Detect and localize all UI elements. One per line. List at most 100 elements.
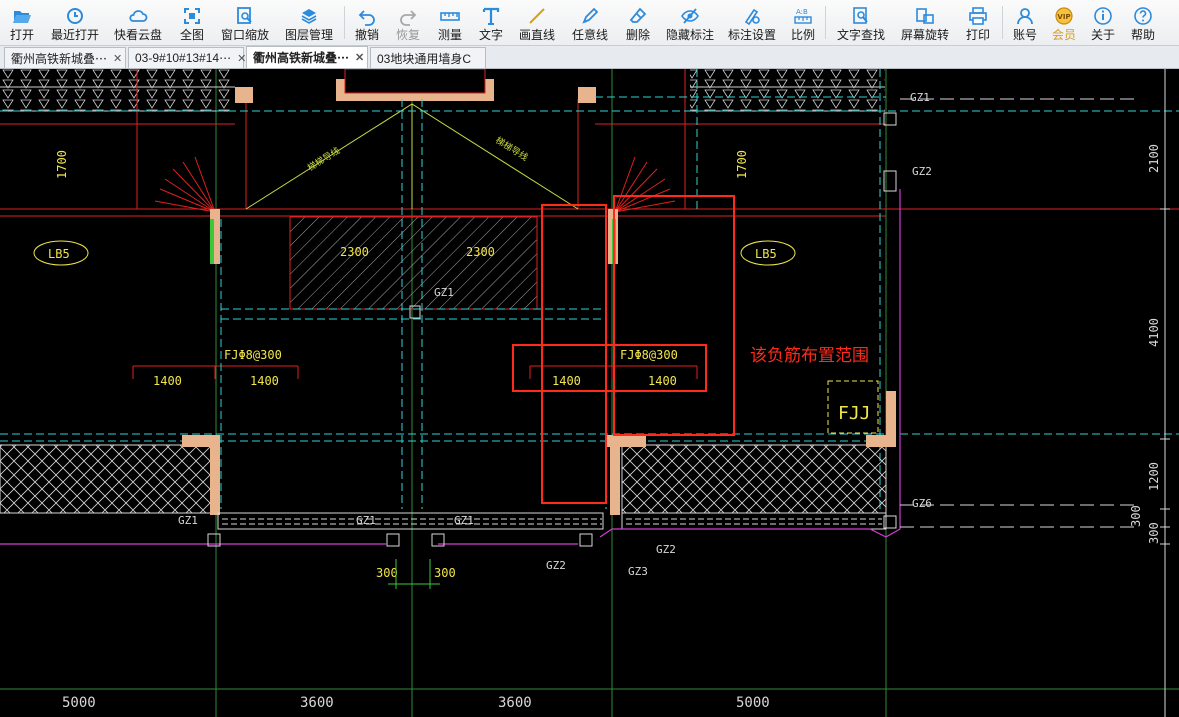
document-tab[interactable]: 03地块通用墙身C (370, 47, 486, 68)
vip-button[interactable]: VIP 会员 (1045, 0, 1083, 45)
dim-right-2100: 2100 (1147, 144, 1161, 173)
gz-label: GZ1 (434, 286, 454, 299)
undo-button[interactable]: 撤销 (347, 0, 387, 45)
slab-label-left: LB5 (48, 247, 70, 261)
gz-label: GZ1 (454, 514, 474, 527)
hatched-area (289, 216, 538, 310)
eye-off-icon (681, 8, 699, 24)
rebar-labels: FJΦ8@300 FJΦ8@300 (224, 348, 678, 362)
close-icon[interactable]: ✕ (355, 51, 364, 64)
scale-icon: A:B (794, 8, 812, 24)
vip-icon: VIP (1055, 7, 1073, 25)
measure-button[interactable]: 测量 (429, 0, 471, 45)
hide-annotation-label: 隐藏标注 (665, 28, 714, 42)
rotate-screen-button[interactable]: 屏幕旋转 (894, 0, 956, 45)
hide-annotation-button[interactable]: 隐藏标注 (659, 0, 721, 45)
annotation-settings-label: 标注设置 (727, 28, 776, 42)
gz-label: GZ1 (356, 514, 376, 527)
print-button[interactable]: 打印 (956, 0, 1000, 45)
layer-manager-button[interactable]: 图层管理 (276, 0, 342, 45)
zoom-window-icon (237, 7, 252, 24)
help-button[interactable]: 帮助 (1123, 0, 1163, 45)
cloud-disk-button[interactable]: 快看云盘 (106, 0, 170, 45)
text-search-button[interactable]: 文字查找 (828, 0, 894, 45)
user-icon (1017, 8, 1033, 25)
dim-1700-left: 1700 (55, 150, 69, 179)
window-zoom-label: 窗口缩放 (220, 28, 269, 42)
rebar-length-3: 1400 (552, 374, 581, 388)
gz-label: GZ1 (910, 91, 930, 104)
stair-fan-left (154, 156, 216, 213)
rotate-screen-label: 屏幕旋转 (900, 28, 949, 42)
stair-label-left: 梯梯导线 (305, 144, 342, 173)
red-structure-lines (0, 69, 1179, 379)
annotation-box-right (613, 195, 735, 436)
full-view-button[interactable]: 全图 (170, 0, 214, 45)
rotate-screen-icon (916, 8, 934, 24)
redo-label: 恢复 (395, 28, 420, 42)
document-tab[interactable]: 03-9#10#13#14⋯ ✕ (128, 47, 246, 68)
cad-drawing: 梯梯导线 梯梯导线 1700 1700 2300 2300 1400 1400 … (0, 69, 1179, 717)
document-tab-active[interactable]: 衢州高铁新城叠⋯ ✕ (246, 46, 368, 68)
crosshatch-right (621, 444, 887, 514)
about-button[interactable]: 关于 (1083, 0, 1123, 45)
annotation-box-vertical (541, 204, 607, 504)
eraser-icon (629, 7, 647, 23)
gz-label: GZ2 (546, 559, 566, 572)
full-view-label: 全图 (179, 28, 204, 42)
rebar-length-1: 1400 (153, 374, 182, 388)
tab-title: 衢州高铁新城叠⋯ (11, 51, 108, 66)
annotation-settings-button[interactable]: 标注设置 (721, 0, 783, 45)
annotation-text: 该负筋布置范围 (750, 346, 869, 366)
crosshatch-left (0, 444, 214, 514)
bottom-dim-5000-right: 5000 (736, 695, 770, 711)
right-ext-lines (900, 98, 1140, 528)
dim-right-300b: 300 (1147, 522, 1161, 544)
stair-fan-right (614, 156, 676, 213)
ruler-icon (440, 12, 460, 21)
svg-text:VIP: VIP (1057, 13, 1070, 21)
scale-button[interactable]: A:B 比例 (783, 0, 823, 45)
clock-icon (67, 8, 83, 24)
cloud-icon (129, 10, 148, 22)
right-dimension-lines (1160, 69, 1170, 717)
svg-text:A:B: A:B (796, 8, 808, 16)
bottom-dimension-texts: 5000 3600 3600 5000 (62, 695, 770, 711)
dim-right-4100: 4100 (1147, 318, 1161, 347)
layer-manager-label: 图层管理 (284, 28, 333, 42)
text-search-label: 文字查找 (836, 28, 885, 42)
pencil-icon (582, 7, 599, 24)
document-tab[interactable]: 衢州高铁新城叠⋯ ✕ (4, 47, 126, 68)
ground-pattern-left (0, 69, 235, 111)
dim-right-300a: 300 (1129, 505, 1143, 527)
close-icon[interactable]: ✕ (237, 52, 246, 65)
freehand-line-label: 任意线 (571, 28, 608, 42)
gz-label: GZ2 (912, 165, 932, 178)
rebar-length-2: 1400 (250, 374, 279, 388)
delete-button[interactable]: 删除 (617, 0, 659, 45)
close-icon[interactable]: ✕ (113, 52, 122, 65)
cad-drawing-canvas[interactable]: 梯梯导线 梯梯导线 1700 1700 2300 2300 1400 1400 … (0, 69, 1179, 717)
text-button[interactable]: 文字 (471, 0, 511, 45)
window-zoom-button[interactable]: 窗口缩放 (214, 0, 276, 45)
ground-pattern-right (690, 69, 885, 111)
dim-2300-left: 2300 (340, 245, 369, 259)
dim-right-1200: 1200 (1147, 462, 1161, 491)
bottom-dim-3600-left: 3600 (300, 695, 334, 711)
freehand-line-button[interactable]: 任意线 (563, 0, 617, 45)
account-button[interactable]: 账号 (1005, 0, 1045, 45)
tab-title: 衢州高铁新城叠⋯ (253, 51, 350, 65)
gz-label: GZ1 (178, 514, 198, 527)
open-label: 打开 (9, 28, 34, 42)
fjj-label: FJJ (838, 403, 871, 424)
draw-line-button[interactable]: 画直线 (511, 0, 563, 45)
undo-icon (358, 10, 375, 26)
help-icon (1134, 7, 1152, 25)
main-toolbar: 打开 最近打开 快看云盘 全图 窗口缩放 图层管理 撤销 恢复 测量 文字 画直… (0, 0, 1179, 46)
rebar-length-4: 1400 (648, 374, 677, 388)
text-label: 文字 (478, 28, 503, 42)
redo-button[interactable]: 恢复 (387, 0, 429, 45)
about-label: 关于 (1090, 28, 1115, 42)
recent-open-button[interactable]: 最近打开 (44, 0, 106, 45)
open-button[interactable]: 打开 (0, 0, 44, 45)
